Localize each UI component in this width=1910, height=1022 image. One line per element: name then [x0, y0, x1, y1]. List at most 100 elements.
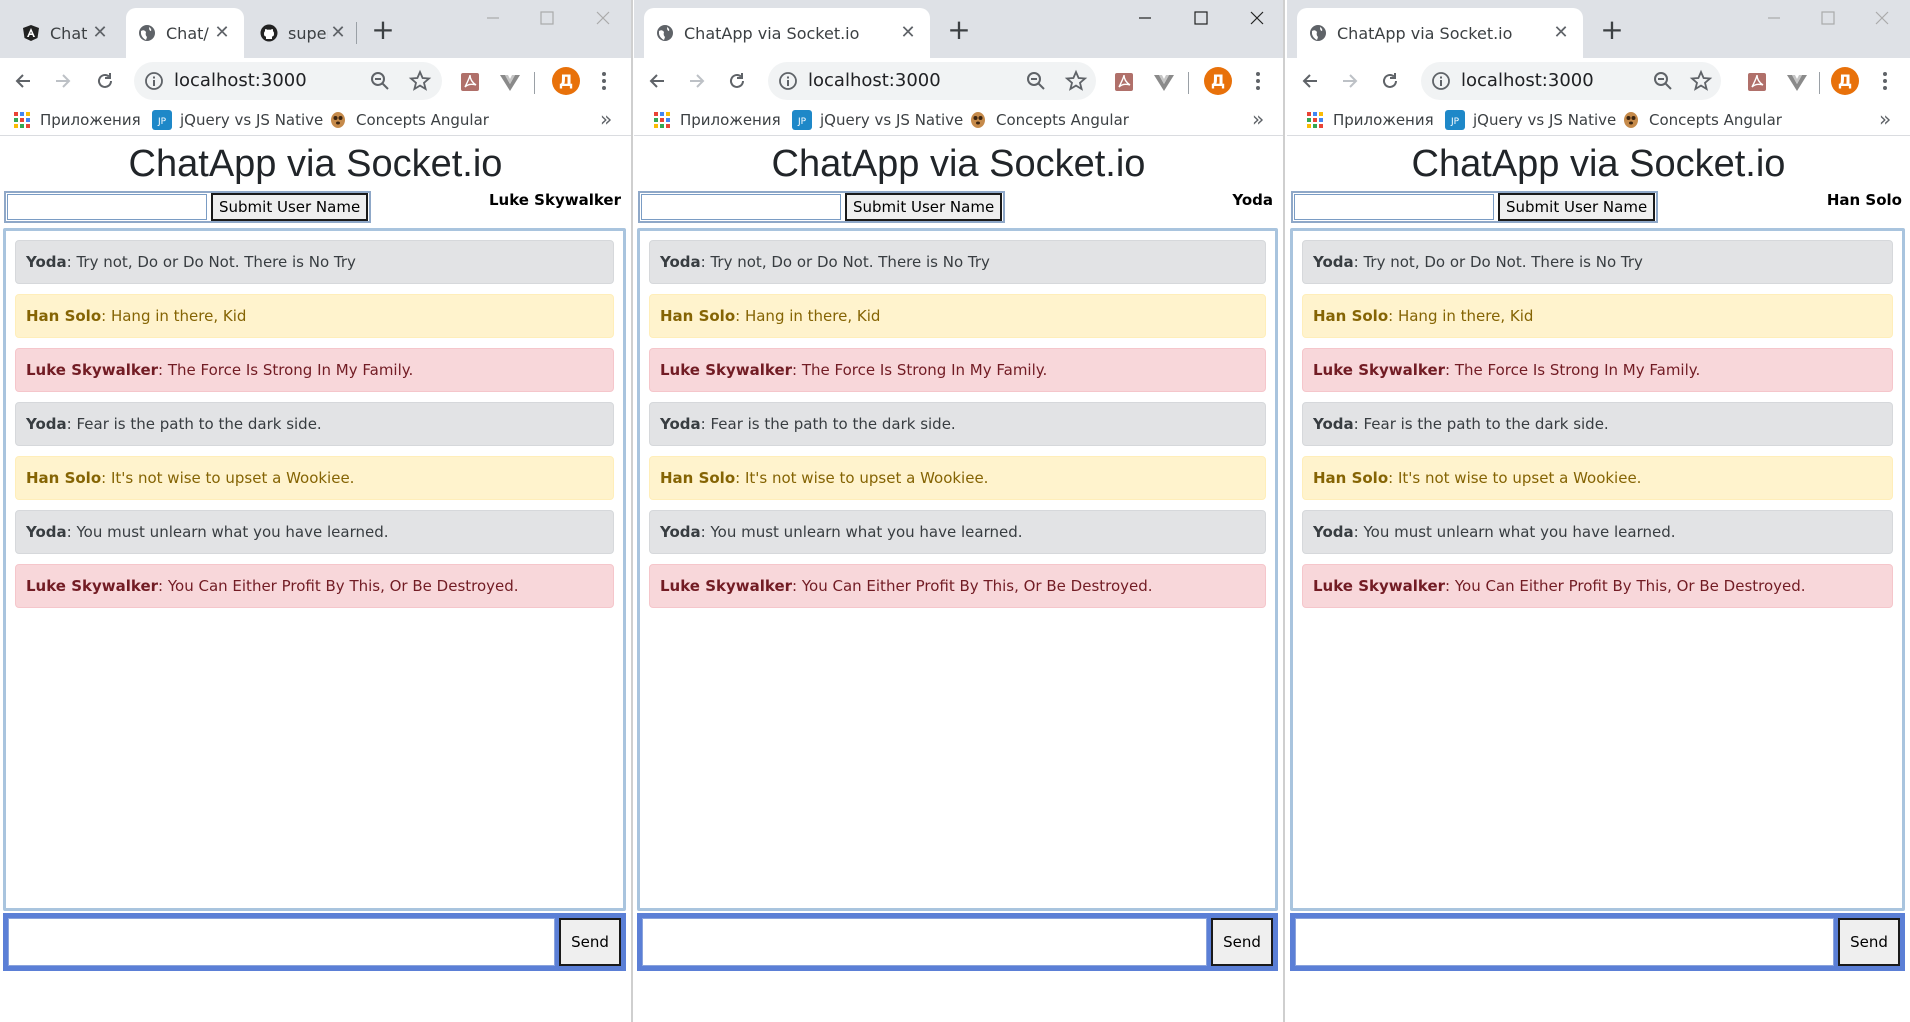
meerkat-icon — [328, 110, 348, 130]
new-tab-button[interactable]: + — [366, 14, 400, 48]
chat-message: Yoda: Try not, Do or Do Not. There is No… — [1302, 240, 1893, 284]
bookmark-jquery[interactable]: JP jQuery vs JS Native — [1445, 104, 1616, 136]
address-bar[interactable]: localhost:3000 — [134, 62, 442, 100]
send-button[interactable]: Send — [1211, 918, 1273, 966]
minimize-button[interactable] — [470, 2, 516, 34]
bookmark-star-icon[interactable] — [1689, 69, 1713, 93]
message-text: : You Can Either Profit By This, Or Be D… — [158, 577, 519, 595]
vuejs-extension-icon[interactable] — [1785, 70, 1809, 94]
vuejs-extension-icon[interactable] — [498, 70, 522, 94]
tab-github[interactable]: super ✕ — [248, 8, 360, 58]
send-button[interactable]: Send — [559, 918, 621, 966]
maximize-button[interactable] — [524, 2, 570, 34]
submit-username-button[interactable]: Submit User Name — [1498, 193, 1656, 221]
close-window-button[interactable] — [1859, 2, 1905, 34]
vuejs-extension-icon[interactable] — [1152, 70, 1176, 94]
maximize-button[interactable] — [1805, 2, 1851, 34]
reload-button[interactable] — [1373, 64, 1407, 98]
submit-username-button[interactable]: Submit User Name — [845, 193, 1003, 221]
message-text: : Hang in there, Kid — [101, 307, 247, 325]
minimize-button[interactable] — [1751, 2, 1797, 34]
bookmark-jquery[interactable]: JP jQuery vs JS Native — [152, 104, 323, 136]
message-author: Yoda — [660, 253, 701, 271]
bookmark-star-icon[interactable] — [408, 69, 432, 93]
forward-button[interactable] — [46, 64, 80, 98]
profile-avatar[interactable]: Д — [1831, 67, 1859, 95]
pdf-extension-icon[interactable] — [458, 70, 482, 94]
back-button[interactable] — [640, 64, 674, 98]
forward-button[interactable] — [1333, 64, 1367, 98]
bookmark-jquery[interactable]: JP jQuery vs JS Native — [792, 104, 963, 136]
close-window-button[interactable] — [580, 2, 626, 34]
bookmark-star-icon[interactable] — [1064, 69, 1088, 93]
pdf-extension-icon[interactable] — [1112, 70, 1136, 94]
message-text: : You Can Either Profit By This, Or Be D… — [792, 577, 1153, 595]
submit-username-button[interactable]: Submit User Name — [211, 193, 369, 221]
tab-chatapp[interactable]: ChatApp via Socket.io ✕ — [1297, 8, 1583, 58]
tab-strip: Chat ✕ Chat/ ✕ super ✕ + — [0, 0, 631, 58]
bookmark-concepts-angular[interactable]: Concepts Angular — [1621, 104, 1782, 136]
minimize-button[interactable] — [1122, 2, 1168, 34]
browser-window-3: ChatApp via Socket.io ✕ + localhost:3000… — [1287, 0, 1910, 1022]
back-button[interactable] — [6, 64, 40, 98]
username-input[interactable] — [1294, 194, 1494, 220]
bookmark-concepts-angular[interactable]: Concepts Angular — [968, 104, 1129, 136]
info-icon[interactable] — [144, 71, 164, 91]
info-icon[interactable] — [778, 71, 798, 91]
username-input[interactable] — [7, 194, 207, 220]
forward-button[interactable] — [680, 64, 714, 98]
reload-button[interactable] — [720, 64, 754, 98]
pdf-extension-icon[interactable] — [1745, 70, 1769, 94]
close-tab-icon[interactable]: ✕ — [328, 23, 348, 43]
close-tab-icon[interactable]: ✕ — [212, 23, 232, 43]
new-tab-button[interactable]: + — [942, 14, 976, 48]
message-input[interactable] — [642, 918, 1207, 966]
zoom-icon[interactable] — [1651, 69, 1675, 93]
message-input[interactable] — [1295, 918, 1834, 966]
tab-title: ChatApp via Socket.io — [1337, 23, 1513, 43]
menu-kebab-icon[interactable] — [1248, 68, 1268, 94]
close-tab-icon[interactable]: ✕ — [1551, 23, 1571, 43]
message-author: Han Solo — [26, 469, 102, 487]
menu-kebab-icon[interactable] — [594, 68, 614, 94]
message-author: Yoda — [660, 415, 701, 433]
bookmark-apps[interactable]: Приложения — [1305, 104, 1434, 136]
address-bar[interactable]: localhost:3000 — [1421, 62, 1721, 100]
bookmarks-overflow-icon[interactable]: » — [1879, 104, 1891, 136]
bookmark-label: Приложения — [40, 111, 141, 129]
apps-grid-icon — [1305, 110, 1325, 130]
bookmarks-overflow-icon[interactable]: » — [600, 104, 612, 136]
tab-chatapp[interactable]: Chat/ ✕ — [126, 8, 244, 58]
tab-chat-angular[interactable]: Chat ✕ — [10, 8, 122, 58]
zoom-icon[interactable] — [1024, 69, 1048, 93]
bookmarks-overflow-icon[interactable]: » — [1252, 104, 1264, 136]
menu-kebab-icon[interactable] — [1875, 68, 1895, 94]
bookmark-label: Приложения — [680, 111, 781, 129]
profile-avatar[interactable]: Д — [552, 67, 580, 95]
bookmark-concepts-angular[interactable]: Concepts Angular — [328, 104, 489, 136]
address-bar[interactable]: localhost:3000 — [768, 62, 1096, 100]
toolbar-divider — [1819, 72, 1820, 94]
bookmark-apps[interactable]: Приложения — [652, 104, 781, 136]
message-text: : Try not, Do or Do Not. There is No Try — [1353, 253, 1643, 271]
zoom-icon[interactable] — [368, 69, 392, 93]
chat-message: Yoda: Fear is the path to the dark side. — [649, 402, 1266, 446]
jp-icon: JP — [1445, 110, 1465, 130]
info-icon[interactable] — [1431, 71, 1451, 91]
new-tab-button[interactable]: + — [1595, 14, 1629, 48]
message-input[interactable] — [8, 918, 555, 966]
message-text: : The Force Is Strong In My Family. — [792, 361, 1048, 379]
send-button[interactable]: Send — [1838, 918, 1900, 966]
maximize-button[interactable] — [1178, 2, 1224, 34]
bookmark-apps[interactable]: Приложения — [12, 104, 141, 136]
reload-button[interactable] — [88, 64, 122, 98]
tab-title: Chat — [50, 23, 88, 43]
profile-avatar[interactable]: Д — [1204, 67, 1232, 95]
github-icon — [260, 24, 278, 42]
close-tab-icon[interactable]: ✕ — [898, 23, 918, 43]
close-tab-icon[interactable]: ✕ — [90, 23, 110, 43]
username-input[interactable] — [641, 194, 841, 220]
close-window-button[interactable] — [1234, 2, 1280, 34]
back-button[interactable] — [1293, 64, 1327, 98]
tab-chatapp[interactable]: ChatApp via Socket.io ✕ — [644, 8, 930, 58]
